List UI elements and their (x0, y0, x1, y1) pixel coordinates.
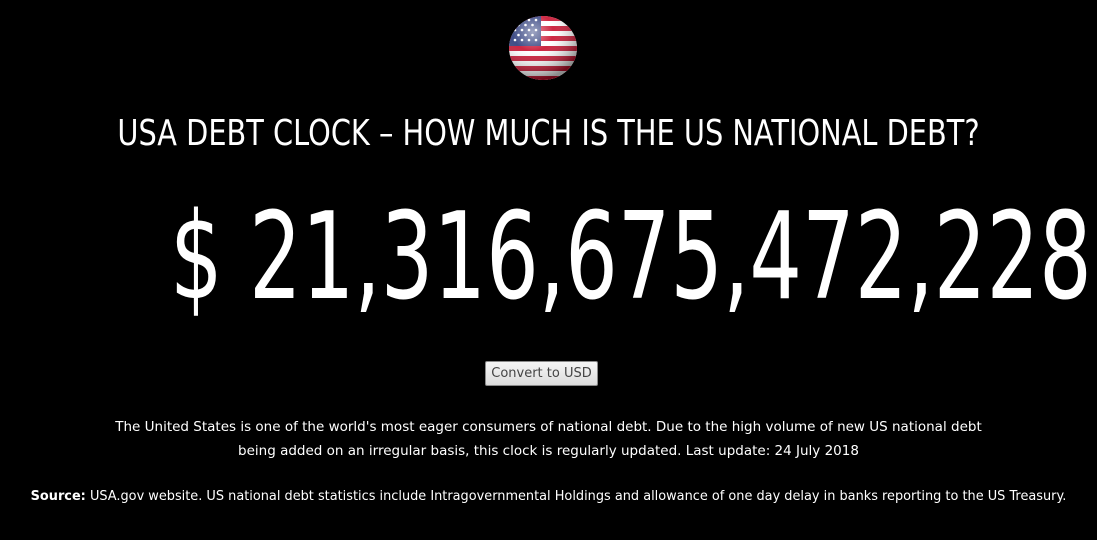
description-line-1: The United States is one of the world's … (115, 419, 982, 435)
us-flag-icon (507, 14, 579, 82)
convert-to-usd-button[interactable]: Convert to USD (485, 361, 598, 386)
page: USA DEBT CLOCK – HOW MUCH IS THE US NATI… (0, 0, 1097, 540)
source-note: Source: USA.gov website. US national deb… (25, 485, 1073, 507)
description-line-2: being added on an irregular basis, this … (238, 443, 859, 459)
debt-counter: $ 21,316,675,472,228 (170, 188, 1092, 327)
page-title: USA DEBT CLOCK – HOW MUCH IS THE US NATI… (117, 113, 980, 154)
description-text: The United States is one of the world's … (100, 415, 997, 463)
source-label: Source: (30, 488, 86, 504)
source-text: USA.gov website. US national debt statis… (85, 488, 1067, 504)
